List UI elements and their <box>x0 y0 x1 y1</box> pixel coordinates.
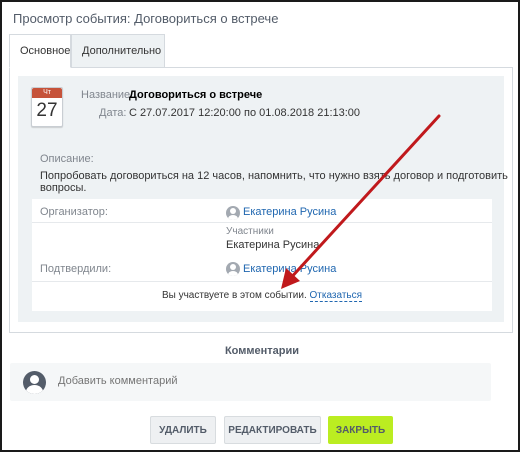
tab-bar: Основное Дополнительно <box>9 34 165 68</box>
event-description: Попробовать договориться на 12 часов, на… <box>40 170 508 194</box>
close-button[interactable]: ЗАКРЫТЬ <box>328 416 393 444</box>
user-icon <box>226 206 240 220</box>
calendar-weekday: Чт <box>32 88 62 98</box>
divider <box>32 222 492 223</box>
name-label: Название: <box>81 89 134 101</box>
participants-name: Екатерина Русина <box>226 239 320 251</box>
comment-input[interactable] <box>58 375 458 387</box>
organizer-label: Организатор: <box>40 206 108 218</box>
delete-button[interactable]: УДАЛИТЬ <box>150 416 216 444</box>
calendar-day: 27 <box>36 100 58 121</box>
participation-status-text: Вы участвуете в этом событии. <box>161 290 307 301</box>
event-name: Договориться о встрече <box>129 89 263 101</box>
participation-status-row: Вы участвуете в этом событии. Отказаться <box>32 290 492 302</box>
confirmed-user-link[interactable]: Екатерина Русина <box>243 263 336 275</box>
edit-button[interactable]: РЕДАКТИРОВАТЬ <box>224 416 321 444</box>
dialog-title: Просмотр события: Договориться о встрече <box>13 11 279 26</box>
confirmed-label: Подтвердили: <box>40 263 112 275</box>
divider <box>32 281 492 282</box>
date-label: Дата: <box>99 107 127 119</box>
user-icon <box>226 262 240 276</box>
comment-box[interactable] <box>10 363 491 401</box>
participants-label: Участники <box>226 226 274 237</box>
decline-link[interactable]: Отказаться <box>309 290 363 302</box>
avatar-icon <box>23 371 46 394</box>
tab-additional[interactable]: Дополнительно <box>71 34 165 68</box>
participants-block: Организатор: Екатерина Русина Участники … <box>32 199 492 311</box>
tab-main[interactable]: Основное <box>9 34 71 68</box>
comments-title: Комментарии <box>224 345 300 357</box>
organizer-link[interactable]: Екатерина Русина <box>243 206 336 218</box>
event-dialog: Просмотр события: Договориться о встрече… <box>0 0 520 452</box>
description-label: Описание: <box>40 153 94 165</box>
event-date: С 27.07.2017 12:20:00 по 01.08.2018 21:1… <box>129 107 361 119</box>
calendar-icon: Чт 27 <box>31 87 63 127</box>
